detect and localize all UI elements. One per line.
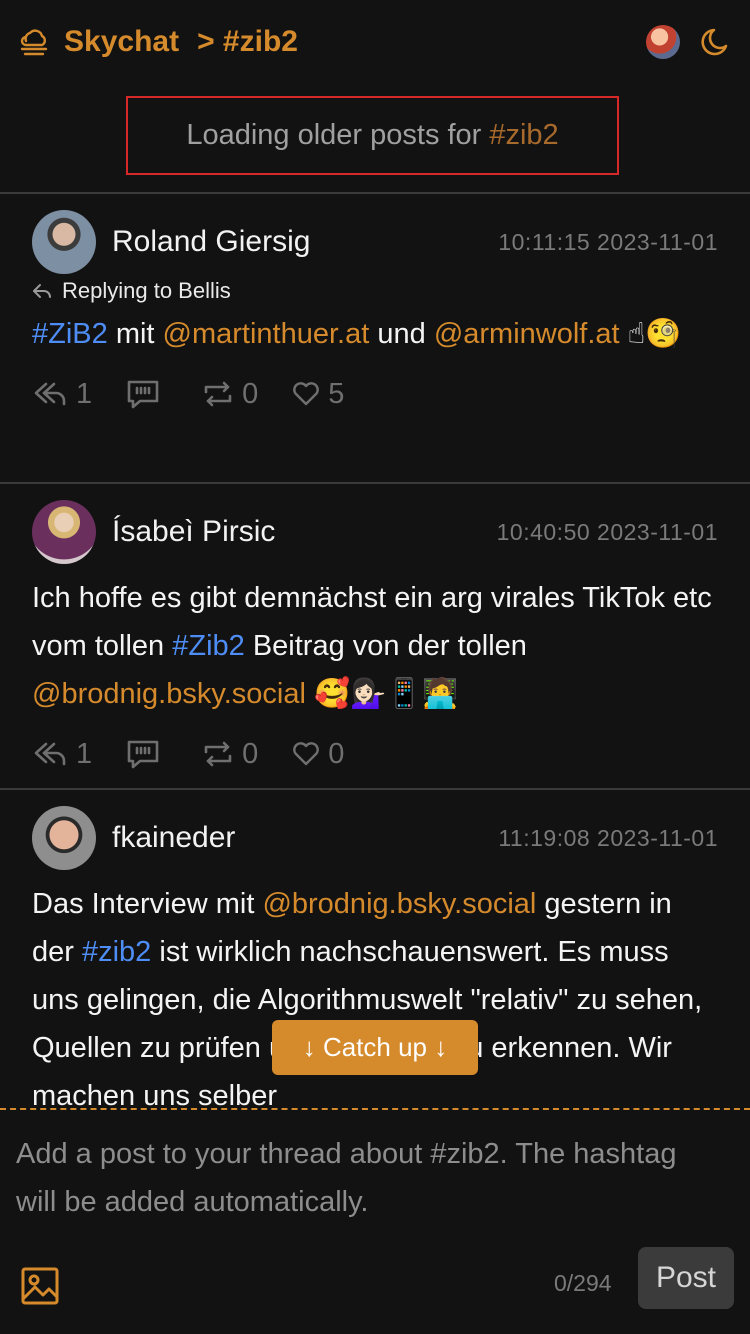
- post-timestamp: 10:40:50 2023-11-01: [496, 518, 718, 545]
- like-button[interactable]: 0: [292, 738, 344, 771]
- heart-icon: [293, 382, 320, 406]
- repost-count: 0: [242, 377, 259, 410]
- like-count: 0: [328, 737, 345, 770]
- like-count: 5: [328, 377, 345, 410]
- post-text-segment: ☝🧐: [619, 318, 682, 350]
- author-name[interactable]: Ísabeì Pirsic: [112, 515, 275, 549]
- hashtag-link[interactable]: #zib2: [82, 936, 151, 968]
- post-text: #ZiB2 mit @martinthuer.at und @arminwolf…: [32, 310, 718, 358]
- repost-button[interactable]: 0: [202, 738, 258, 771]
- reply-icon: [34, 742, 66, 766]
- reply-arrow-icon: [33, 284, 51, 298]
- hashtag-link[interactable]: #Zib2: [172, 630, 245, 662]
- post-actions: 1 0 0: [32, 724, 718, 784]
- post-actions: 1 0 5: [32, 364, 718, 424]
- like-button[interactable]: 5: [292, 378, 344, 411]
- post-timestamp: 11:19:08 2023-11-01: [498, 824, 718, 851]
- mention-link[interactable]: @brodnig.bsky.social: [262, 888, 536, 920]
- author-avatar[interactable]: [32, 210, 96, 274]
- app-name[interactable]: Skychat: [64, 25, 179, 59]
- breadcrumb[interactable]: > #zib2: [197, 25, 298, 59]
- user-avatar[interactable]: [646, 25, 680, 59]
- catch-up-button[interactable]: ↓ Catch up ↓: [272, 1020, 478, 1075]
- quote-button[interactable]: [126, 379, 168, 409]
- divider: [0, 482, 750, 484]
- reply-indicator[interactable]: Replying to Bellis: [32, 276, 718, 306]
- loading-text: Loading older posts for: [186, 119, 482, 151]
- reply-to-label: Replying to Bellis: [62, 278, 231, 303]
- reply-button[interactable]: 1: [32, 378, 92, 411]
- author-name[interactable]: fkaineder: [112, 821, 235, 855]
- cloud-logo-icon[interactable]: [16, 24, 52, 60]
- post-text: Ich hoffe es gibt demnächst ein arg vira…: [32, 574, 718, 718]
- quote-icon: [127, 740, 159, 769]
- repost-button[interactable]: 0: [202, 378, 258, 411]
- post-text-segment: Beitrag von der tollen: [244, 630, 527, 662]
- divider: [0, 788, 750, 790]
- reply-icon: [34, 382, 66, 406]
- quote-button[interactable]: [126, 739, 168, 769]
- image-upload-icon[interactable]: [20, 1266, 60, 1306]
- reply-button[interactable]: 1: [32, 738, 92, 771]
- loading-older-posts-banner: Loading older posts for #zib2: [126, 96, 619, 175]
- post-text-segment: und: [369, 318, 434, 350]
- composer: Add a post to your thread about #zib2. T…: [0, 1110, 750, 1334]
- hashtag-link[interactable]: #ZiB2: [32, 318, 108, 350]
- author-name[interactable]: Roland Giersig: [112, 225, 310, 259]
- repost-icon: [204, 381, 232, 407]
- divider: [0, 192, 750, 194]
- post-item: Ísabeì Pirsic 10:40:50 2023-11-01 Ich ho…: [0, 500, 750, 784]
- heart-icon: [293, 742, 320, 766]
- loading-hashtag: #zib2: [489, 119, 559, 151]
- repost-icon: [204, 741, 232, 767]
- moon-icon[interactable]: [698, 24, 734, 60]
- post-item: Roland Giersig 10:11:15 2023-11-01 Reply…: [0, 210, 750, 424]
- post-input[interactable]: Add a post to your thread about #zib2. T…: [16, 1130, 716, 1226]
- author-avatar[interactable]: [32, 500, 96, 564]
- mention-link[interactable]: @arminwolf.at: [434, 318, 620, 350]
- post-button[interactable]: Post: [638, 1247, 734, 1309]
- quote-icon: [127, 380, 159, 409]
- reply-count: 1: [76, 377, 93, 410]
- reply-count: 1: [76, 737, 93, 770]
- post-text-segment: 🥰💁🏻‍♀️📱🧑‍💻: [305, 678, 459, 710]
- post-text-segment: mit: [107, 318, 163, 350]
- repost-count: 0: [242, 737, 259, 770]
- post-text-segment: Das Interview mit: [32, 888, 263, 920]
- post-timestamp: 10:11:15 2023-11-01: [498, 228, 718, 255]
- author-avatar[interactable]: [32, 806, 96, 870]
- mention-link[interactable]: @martinthuer.at: [163, 318, 370, 350]
- mention-link[interactable]: @brodnig.bsky.social: [32, 678, 306, 710]
- character-count: 0/294: [554, 1270, 612, 1296]
- top-bar: Skychat > #zib2: [0, 0, 750, 84]
